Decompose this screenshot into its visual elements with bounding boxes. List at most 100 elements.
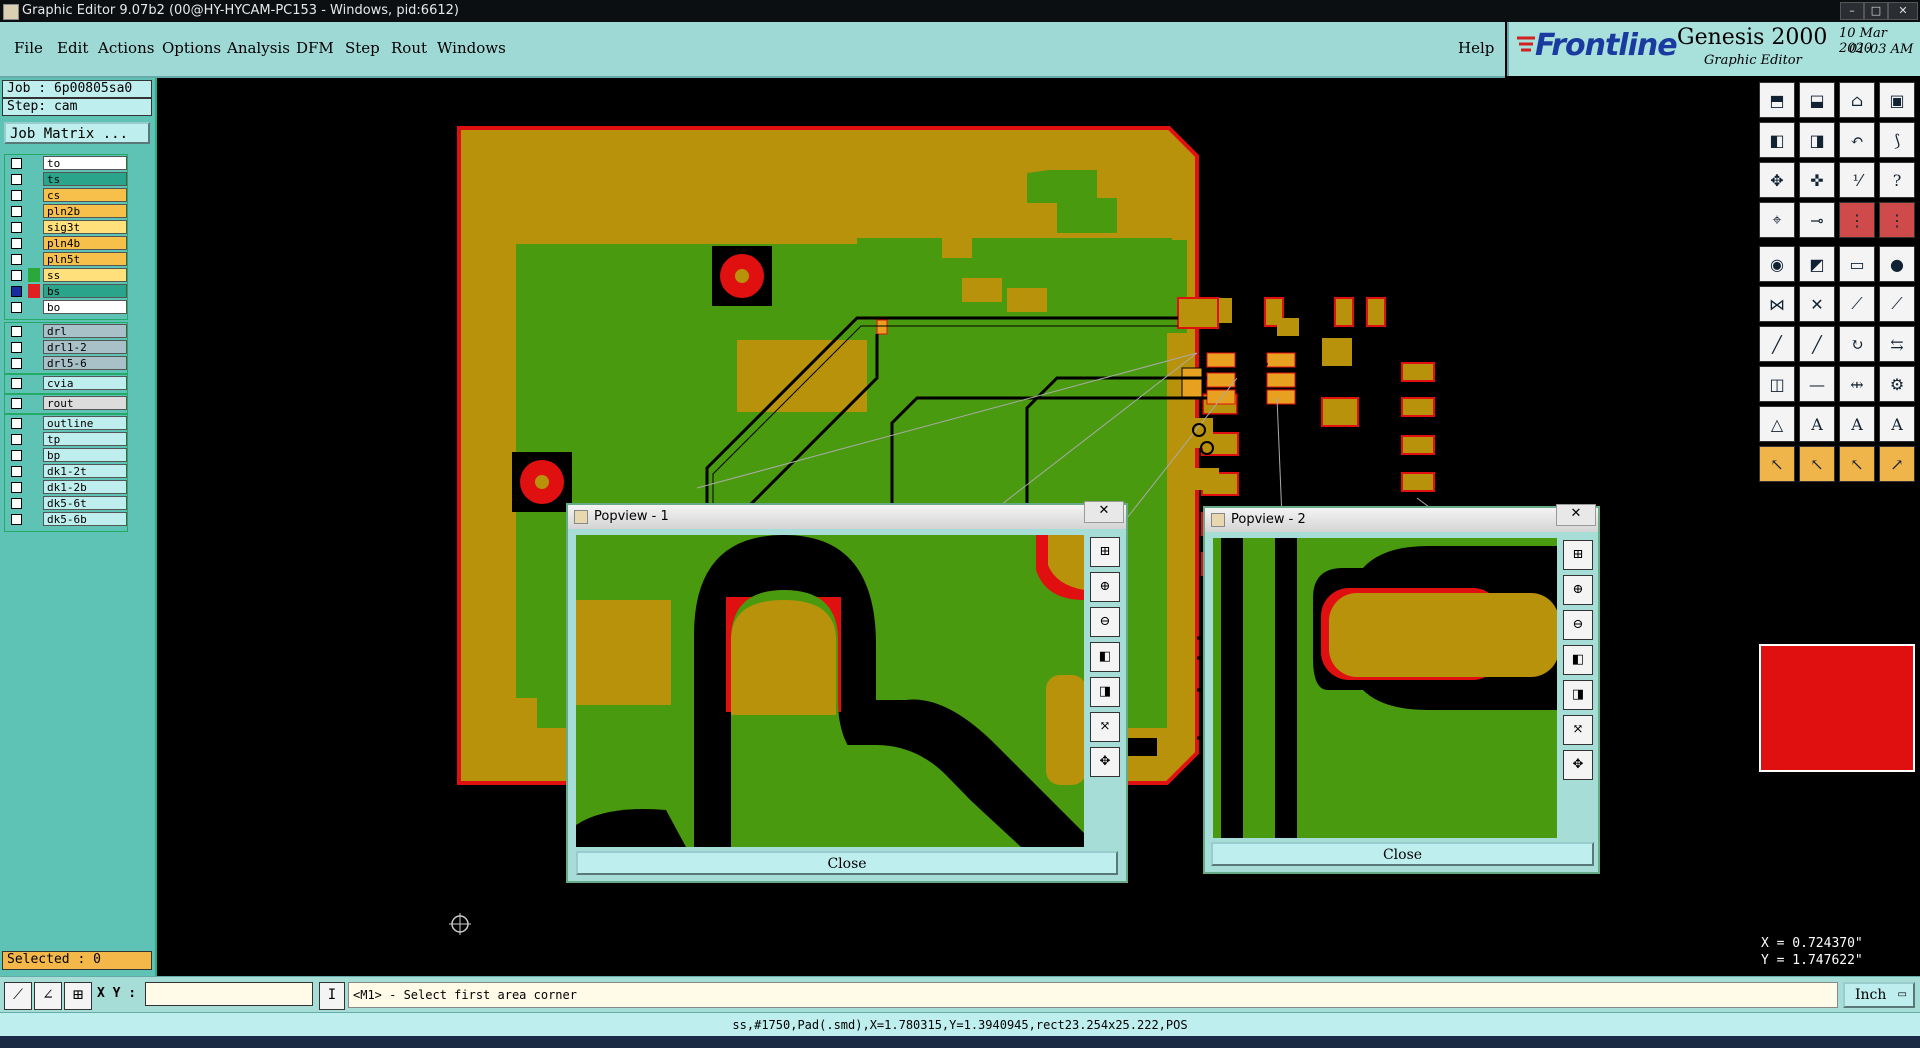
layer-color-swatch[interactable] bbox=[28, 172, 40, 186]
pan-left-icon[interactable]: ◧ bbox=[1563, 645, 1593, 675]
line2-icon[interactable]: ╱ bbox=[1799, 326, 1835, 362]
layer-color-swatch[interactable] bbox=[28, 464, 40, 478]
layer-color-swatch[interactable] bbox=[28, 188, 40, 202]
layer-checkbox[interactable] bbox=[11, 378, 22, 389]
layer-row-pln4b[interactable]: pln4b bbox=[5, 235, 127, 251]
layer-color-swatch[interactable] bbox=[28, 204, 40, 218]
layer-name[interactable]: drl1-2 bbox=[43, 340, 127, 354]
layer-name[interactable]: ts bbox=[43, 172, 127, 186]
save-icon[interactable]: ⬓ bbox=[1799, 82, 1835, 118]
layer-name[interactable]: dk5-6t bbox=[43, 496, 127, 510]
snap-icon[interactable]: ⟋ bbox=[4, 982, 32, 1010]
layer-row-cvia[interactable]: cvia bbox=[5, 375, 127, 391]
menu-edit[interactable]: Edit bbox=[57, 39, 88, 57]
dot-icon[interactable]: ● bbox=[1879, 246, 1915, 282]
layer-checkbox[interactable] bbox=[11, 498, 22, 509]
layer-row-dk5-6b[interactable]: dk5-6b bbox=[5, 511, 127, 527]
layer-row-pln5t[interactable]: pln5t bbox=[5, 251, 127, 267]
layer-color-swatch[interactable] bbox=[28, 416, 40, 430]
layer-row-tp[interactable]: tp bbox=[5, 431, 127, 447]
triangle4-icon[interactable]: A bbox=[1879, 406, 1915, 442]
layer-checkbox[interactable] bbox=[11, 254, 22, 265]
query-icon[interactable]: ? bbox=[1879, 162, 1915, 198]
layer-row-dk1-2t[interactable]: dk1-2t bbox=[5, 463, 127, 479]
pointer3-icon[interactable]: ↖ bbox=[1839, 446, 1875, 482]
popview-2-titlebar[interactable]: Popview - 2 bbox=[1205, 508, 1598, 532]
layer-checkbox[interactable] bbox=[11, 286, 22, 297]
layer-checkbox[interactable] bbox=[11, 358, 22, 369]
layer-checkbox[interactable] bbox=[11, 302, 22, 313]
popview-2-close-button[interactable]: Close bbox=[1211, 842, 1594, 866]
menu-analysis[interactable]: Analysis bbox=[227, 39, 290, 57]
step-right-icon[interactable]: ◨ bbox=[1799, 122, 1835, 158]
layer-checkbox[interactable] bbox=[11, 466, 22, 477]
node-icon[interactable]: ⋈ bbox=[1759, 286, 1795, 322]
drill-icon[interactable]: ⌖ bbox=[1759, 202, 1795, 238]
layer-color-swatch[interactable] bbox=[28, 448, 40, 462]
job-matrix-button[interactable]: Job Matrix ... bbox=[4, 122, 150, 144]
pointer4-icon[interactable]: ↗ bbox=[1879, 446, 1915, 482]
layer-name[interactable]: bo bbox=[43, 300, 127, 314]
layer-name[interactable]: dk1-2b bbox=[43, 480, 127, 494]
layer-color-swatch[interactable] bbox=[28, 480, 40, 494]
layer-name[interactable]: pln5t bbox=[43, 252, 127, 266]
menu-file[interactable]: File bbox=[14, 39, 43, 57]
layer-color-swatch[interactable] bbox=[28, 156, 40, 170]
connect-icon[interactable]: ⟋ bbox=[1839, 286, 1875, 322]
layer-name[interactable]: pln4b bbox=[43, 236, 127, 250]
layer-checkbox[interactable] bbox=[11, 206, 22, 217]
pan-left-icon[interactable]: ◧ bbox=[1090, 642, 1120, 672]
layer-checkbox[interactable] bbox=[11, 174, 22, 185]
zoom-out-icon[interactable]: ⊖ bbox=[1090, 607, 1120, 637]
layer-name[interactable]: outline bbox=[43, 416, 127, 430]
menu-dfm[interactable]: DFM bbox=[296, 39, 334, 57]
fit-icon[interactable]: ⤧ bbox=[1090, 712, 1120, 742]
layer-name[interactable]: sig3t bbox=[43, 220, 127, 234]
fit-icon[interactable]: ⤧ bbox=[1563, 715, 1593, 745]
close-icon[interactable]: ✕ bbox=[1084, 501, 1124, 523]
layer-color-swatch[interactable] bbox=[28, 284, 40, 298]
layer-checkbox[interactable] bbox=[11, 342, 22, 353]
pointer-icon[interactable]: ↖ bbox=[1759, 446, 1795, 482]
layer-color-swatch[interactable] bbox=[28, 268, 40, 282]
layer-color-swatch[interactable] bbox=[28, 512, 40, 526]
measure-icon[interactable]: ∠ bbox=[34, 982, 62, 1010]
layer-color-swatch[interactable] bbox=[28, 496, 40, 510]
triangle2-icon[interactable]: A bbox=[1799, 406, 1835, 442]
layer-row-ss[interactable]: ss bbox=[5, 267, 127, 283]
layer-name[interactable]: tp bbox=[43, 432, 127, 446]
layer-name[interactable]: rout bbox=[43, 396, 127, 410]
zoom-out-icon[interactable]: ⊖ bbox=[1563, 610, 1593, 640]
layer-color-swatch[interactable] bbox=[28, 236, 40, 250]
triangle-icon[interactable]: △ bbox=[1759, 406, 1795, 442]
node-edit-icon[interactable]: ◫ bbox=[1759, 366, 1795, 402]
menu-rout[interactable]: Rout bbox=[391, 39, 427, 57]
gear-icon[interactable]: ⚙ bbox=[1879, 366, 1915, 402]
layer-name[interactable]: cs bbox=[43, 188, 127, 202]
close-icon[interactable]: ✕ bbox=[1888, 2, 1918, 20]
layer-color-swatch[interactable] bbox=[28, 324, 40, 338]
layer-name[interactable]: dk1-2t bbox=[43, 464, 127, 478]
layer-row-bp[interactable]: bp bbox=[5, 447, 127, 463]
menu-actions[interactable]: Actions bbox=[98, 39, 154, 57]
close-icon[interactable]: ✕ bbox=[1556, 504, 1596, 526]
zoom-home-icon[interactable]: ⊞ bbox=[1090, 537, 1120, 567]
undo-icon[interactable]: ↶ bbox=[1839, 122, 1875, 158]
open-job-icon[interactable]: ⬒ bbox=[1759, 82, 1795, 118]
layer-row-rout[interactable]: rout bbox=[5, 395, 127, 411]
xy-input[interactable] bbox=[145, 982, 313, 1006]
layer-checkbox[interactable] bbox=[11, 514, 22, 525]
cross-icon[interactable]: ✕ bbox=[1799, 286, 1835, 322]
layer-name[interactable]: pln2b bbox=[43, 204, 127, 218]
popview-1-close-button[interactable]: Close bbox=[576, 851, 1118, 875]
triangle3-icon[interactable]: A bbox=[1839, 406, 1875, 442]
menu-help[interactable]: Help bbox=[1458, 39, 1494, 57]
layer-color-swatch[interactable] bbox=[28, 396, 40, 410]
layer-row-pln2b[interactable]: pln2b bbox=[5, 203, 127, 219]
layer-name[interactable]: ss bbox=[43, 268, 127, 282]
layer-checkbox[interactable] bbox=[11, 222, 22, 233]
arc-icon[interactable]: ↻ bbox=[1839, 326, 1875, 362]
units-select[interactable]: Inch ▭ bbox=[1843, 982, 1915, 1008]
flip-icon[interactable]: ⇆ bbox=[1879, 326, 1915, 362]
measure-icon[interactable]: ⇹ bbox=[1839, 366, 1875, 402]
